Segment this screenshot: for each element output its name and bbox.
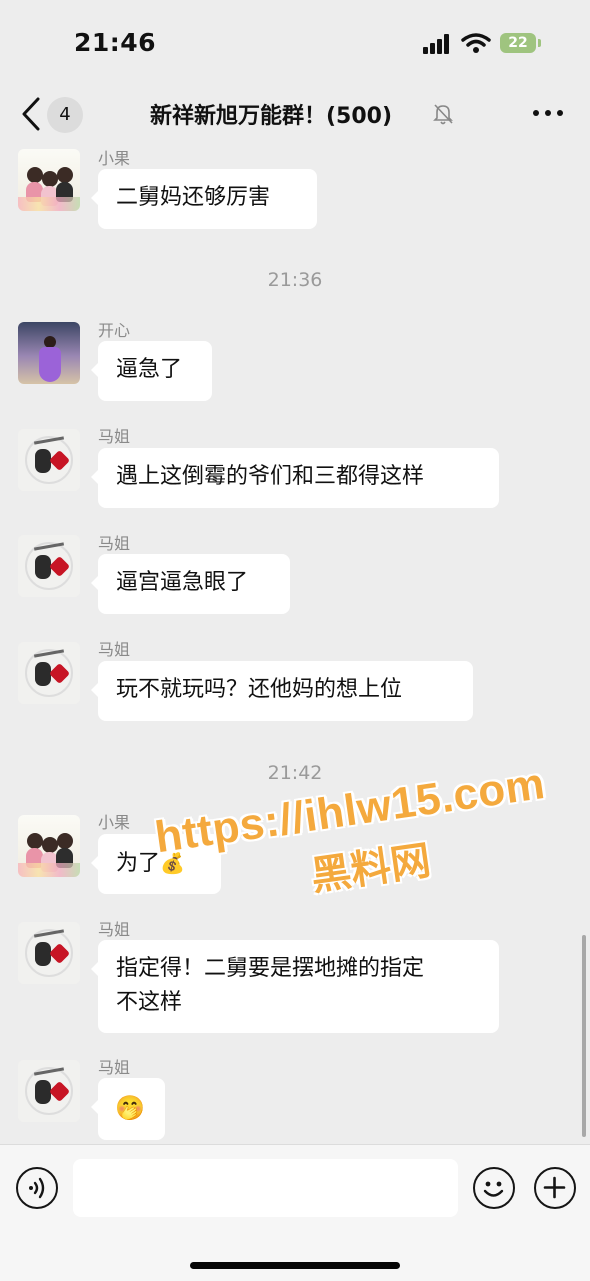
message-bubble[interactable]: 遇上这倒霉的爷们和三都得这样	[91, 448, 499, 508]
emoji-button[interactable]	[473, 1167, 515, 1209]
sender-name: 小果	[98, 813, 131, 832]
message-line: 不这样	[116, 990, 183, 1015]
money-bag-emoji: 💰	[160, 851, 185, 875]
status-bar: 21:46 22	[0, 0, 590, 88]
sender-name: 马姐	[98, 920, 131, 939]
voice-icon	[29, 1177, 45, 1199]
message-bubble[interactable]: 二舅妈还够厉害	[91, 169, 317, 229]
message-bubble[interactable]: 为了💰	[91, 834, 221, 894]
sender-name: 开心	[98, 321, 131, 340]
smiley-icon	[483, 1181, 504, 1197]
battery-tip	[538, 39, 541, 47]
more-options-icon[interactable]	[533, 110, 563, 120]
sender-name: 小果	[98, 149, 131, 168]
message-input[interactable]	[73, 1159, 458, 1217]
add-attachment-button[interactable]	[534, 1167, 576, 1209]
avatar[interactable]	[18, 815, 80, 877]
message-bubble[interactable]: 逼宫逼急眼了	[91, 554, 290, 614]
avatar[interactable]	[18, 535, 80, 597]
unread-count-badge[interactable]: 4	[47, 97, 83, 133]
message-line: 指定得！二舅要是摆地摊的指定	[116, 956, 425, 981]
avatar[interactable]	[18, 429, 80, 491]
message-list[interactable]: 小果 二舅妈还够厉害 21:36 开心 逼急了 马姐 遇上这倒霉的爷们和三都得这…	[0, 142, 590, 1144]
avatar[interactable]	[18, 642, 80, 704]
back-arrow-icon[interactable]	[16, 94, 46, 134]
message-text: 为了	[116, 851, 161, 876]
message-bubble[interactable]: 指定得！二舅要是摆地摊的指定 不这样	[91, 940, 499, 1033]
time-divider: 21:36	[267, 269, 323, 291]
wifi-icon	[461, 33, 491, 53]
battery-level: 22	[500, 33, 536, 53]
status-time: 21:46	[74, 28, 157, 57]
scrollbar[interactable]	[582, 935, 586, 1137]
plus-icon	[543, 1176, 566, 1199]
avatar[interactable]	[18, 1060, 80, 1122]
time-divider: 21:42	[267, 762, 323, 784]
sticker-bubble[interactable]: 🤭	[91, 1078, 165, 1140]
mute-bell-icon	[433, 104, 453, 125]
hand-over-mouth-emoji: 🤭	[115, 1094, 145, 1122]
message-bubble[interactable]: 逼急了	[91, 341, 212, 401]
avatar[interactable]	[18, 322, 80, 384]
cellular-signal-icon	[423, 34, 453, 54]
sender-name: 马姐	[98, 427, 131, 446]
avatar[interactable]	[18, 149, 80, 211]
sender-name: 马姐	[98, 640, 131, 659]
chat-title: 新祥新旭万能群！(500)	[150, 104, 393, 129]
sender-name: 马姐	[98, 534, 131, 553]
avatar[interactable]	[18, 922, 80, 984]
message-bubble[interactable]: 玩不就玩吗？还他妈的想上位	[91, 661, 473, 721]
nav-bar: 4 新祥新旭万能群！(500)	[0, 88, 590, 142]
sender-name: 马姐	[98, 1058, 131, 1077]
voice-input-button[interactable]	[16, 1167, 58, 1209]
home-indicator[interactable]	[190, 1262, 400, 1269]
input-bar	[0, 1144, 590, 1281]
